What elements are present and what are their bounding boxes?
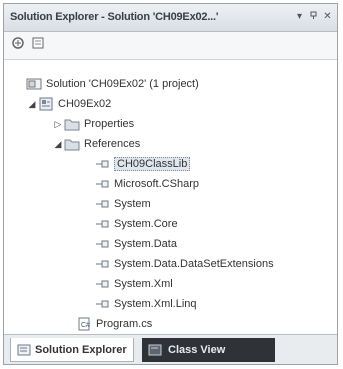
tab-solution-explorer[interactable]: Solution Explorer (10, 338, 134, 362)
reference-label: System.Xml.Linq (114, 298, 197, 310)
dropdown-icon[interactable]: ▾ (294, 11, 305, 22)
reference-label: System.Core (114, 218, 178, 230)
toolbar (4, 32, 337, 60)
reference-label: CH09ClassLib (114, 157, 191, 171)
panel-tabs: Solution Explorer Class View (4, 334, 337, 364)
window-title: Solution Explorer - Solution 'CH09Ex02..… (10, 11, 219, 23)
window-controls: ▾ ✕ (294, 11, 333, 22)
reference-item[interactable]: System (94, 194, 151, 214)
tab-class-view[interactable]: Class View (142, 338, 275, 362)
reference-icon (94, 297, 110, 311)
project-label: CH09Ex02 (58, 98, 112, 110)
svg-text:C#: C# (81, 322, 90, 329)
csharp-file-icon: C# (76, 317, 92, 331)
class-view-icon (148, 344, 162, 356)
expand-icon[interactable]: ▷ (52, 118, 64, 130)
tab-solution-explorer-label: Solution Explorer (35, 343, 127, 356)
reference-icon (94, 157, 110, 171)
reference-label: Microsoft.CSharp (114, 178, 199, 190)
close-icon[interactable]: ✕ (322, 11, 333, 22)
reference-item[interactable]: System.Data (94, 234, 177, 254)
reference-label: System (114, 198, 151, 210)
solution-explorer-window: Solution Explorer - Solution 'CH09Ex02..… (3, 3, 338, 365)
title-bar[interactable]: Solution Explorer - Solution 'CH09Ex02..… (4, 4, 337, 32)
reference-item[interactable]: Microsoft.CSharp (94, 174, 199, 194)
references-label: References (84, 138, 141, 150)
tree-item-project[interactable]: ◢ CH09Ex02 (26, 94, 111, 114)
reference-label: System.Data.DataSetExtensions (114, 258, 274, 270)
reference-icon (94, 177, 110, 191)
reference-icon (94, 217, 110, 231)
reference-item[interactable]: System.Data.DataSetExtensions (94, 254, 274, 274)
tree-item-program[interactable]: C# Program.cs (76, 314, 152, 334)
reference-icon (94, 257, 110, 271)
project-icon (38, 97, 54, 111)
tree-item-solution[interactable]: Solution 'CH09Ex02' (1 project) (26, 74, 199, 94)
reference-label: System.Xml (114, 278, 173, 290)
reference-label: System.Data (114, 238, 177, 250)
reference-item[interactable]: CH09ClassLib (94, 154, 191, 174)
pin-icon[interactable] (308, 11, 319, 22)
properties-button[interactable] (10, 36, 26, 55)
show-all-files-icon (31, 36, 45, 55)
reference-icon (94, 277, 110, 291)
folder-icon (64, 117, 80, 131)
properties-icon (11, 36, 25, 55)
show-all-files-button[interactable] (30, 37, 46, 53)
solution-explorer-icon (17, 344, 31, 356)
tree-item-references[interactable]: ◢ References (52, 134, 140, 154)
collapse-icon[interactable]: ◢ (26, 98, 38, 110)
solution-icon (26, 77, 42, 91)
program-label: Program.cs (96, 318, 153, 330)
solution-label: Solution 'CH09Ex02' (1 project) (46, 78, 199, 90)
properties-label: Properties (84, 118, 135, 130)
folder-icon (64, 137, 80, 151)
reference-icon (94, 197, 110, 211)
reference-item[interactable]: System.Core (94, 214, 178, 234)
reference-item[interactable]: System.Xml (94, 274, 173, 294)
reference-item[interactable]: System.Xml.Linq (94, 294, 197, 314)
tree-item-properties[interactable]: ▷ Properties (52, 114, 134, 134)
tab-class-view-label: Class View (168, 344, 226, 356)
reference-icon (94, 237, 110, 251)
collapse-icon[interactable]: ◢ (52, 138, 64, 150)
solution-tree: Solution 'CH09Ex02' (1 project) ◢ CH09Ex… (4, 60, 337, 336)
